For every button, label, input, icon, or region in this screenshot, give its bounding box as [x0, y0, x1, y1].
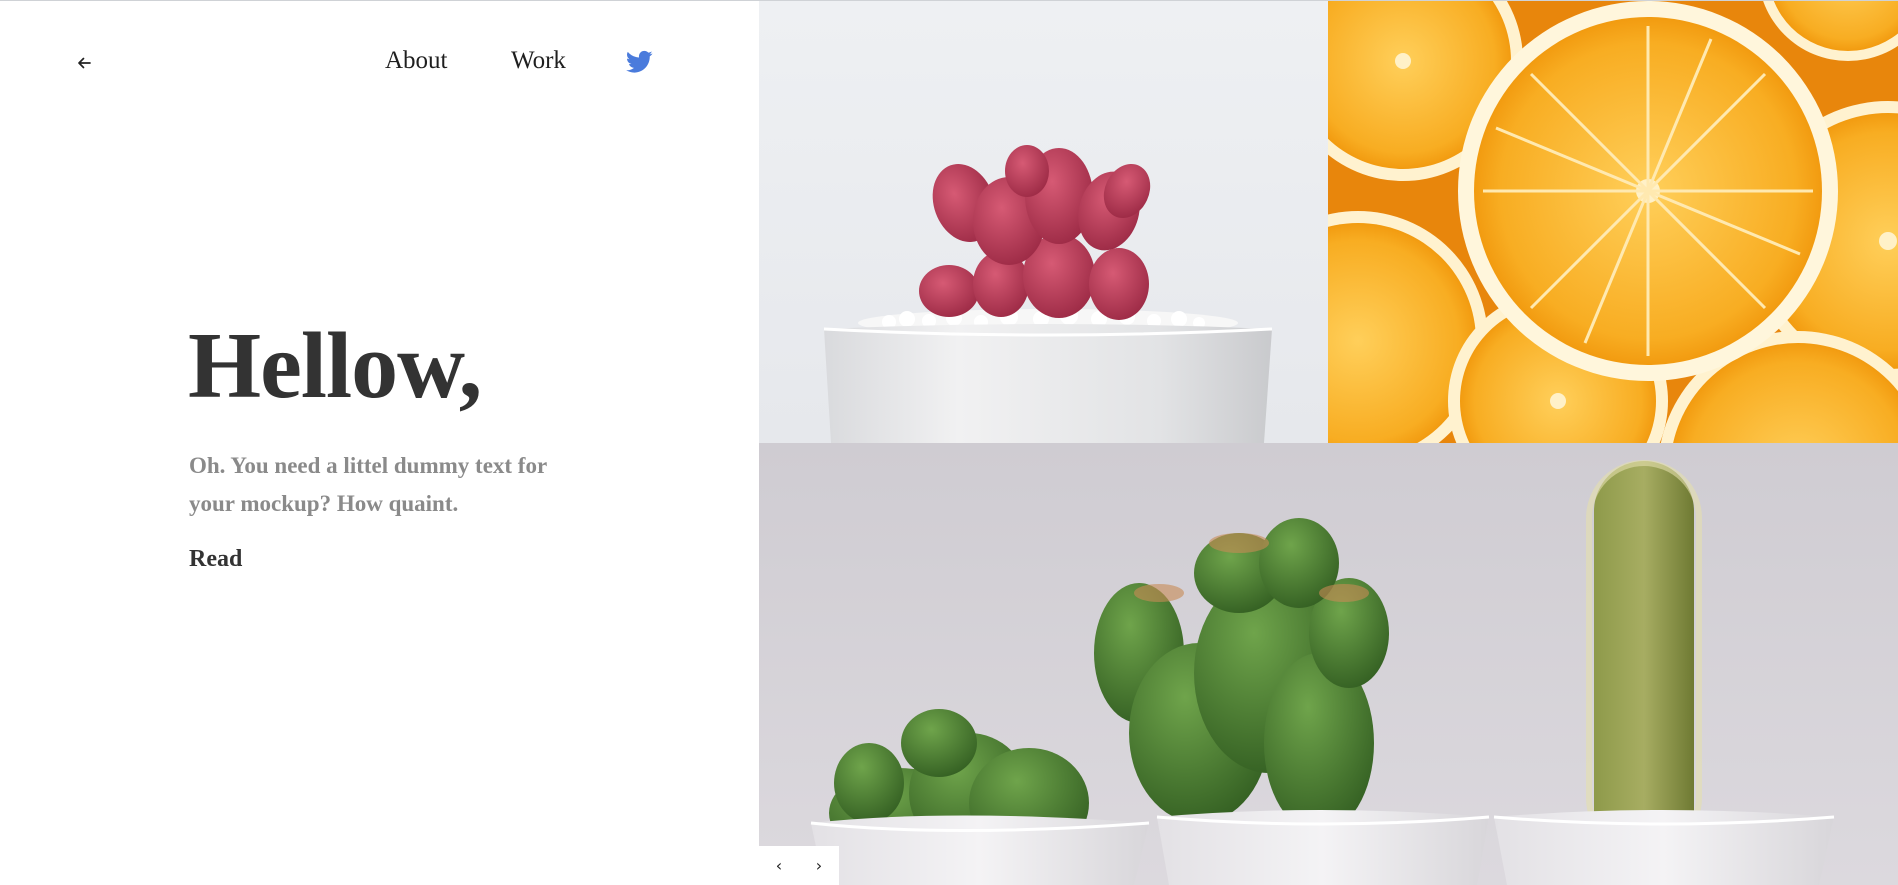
pink-cactus-photo — [759, 1, 1328, 443]
twitter-icon[interactable] — [625, 50, 653, 74]
read-link[interactable]: Read — [189, 546, 242, 573]
arrow-left-icon[interactable] — [74, 53, 94, 73]
hero-title: Hellow, — [188, 314, 482, 418]
nav-link-work[interactable]: Work — [511, 47, 566, 75]
intro-panel: About Work Hellow, Oh. You need a littel… — [0, 1, 759, 885]
orange-slices-photo — [1328, 1, 1898, 443]
three-cacti-photo — [759, 443, 1898, 885]
nav-link-about[interactable]: About — [385, 47, 448, 75]
gallery-pager: ‹ › — [759, 846, 839, 885]
next-slide-button[interactable]: › — [799, 846, 839, 885]
hero-subtitle: Oh. You need a littel dummy text for you… — [189, 453, 547, 516]
prev-slide-button[interactable]: ‹ — [759, 846, 799, 885]
